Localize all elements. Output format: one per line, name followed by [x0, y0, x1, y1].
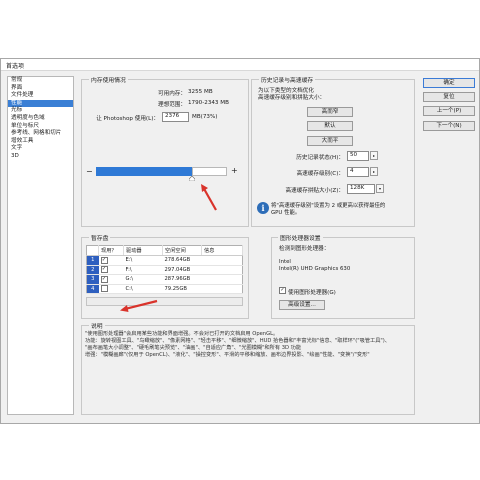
gpu-vendor: Intel: [279, 259, 291, 265]
table-row[interactable]: 3 ✓ G:\ 287.96GB: [86, 274, 243, 285]
cache-levels-stepper[interactable]: ▸: [370, 167, 378, 176]
tile-size-label: 高速缓存拼贴大小(Z)：: [285, 188, 344, 194]
row-active-cell[interactable]: ✓: [98, 265, 124, 275]
use-gpu-checkbox[interactable]: ✓: [279, 287, 286, 294]
table-header-index: [86, 245, 99, 256]
row-index: 2: [86, 265, 99, 275]
row-drive: G:\: [123, 274, 163, 285]
memory-use-unit: MB(73%): [192, 114, 218, 120]
gpu-model: Intel(R) UHD Graphics 630: [279, 266, 351, 272]
memory-slider-empty: [192, 167, 227, 176]
active-checkbox[interactable]: [100, 285, 108, 293]
row-active-cell[interactable]: [98, 284, 124, 294]
row-free-space: 278.64GB: [162, 255, 202, 266]
memory-slider[interactable]: [96, 167, 227, 182]
optimize-hint-line2: 高速缓存级别和拼贴大小：: [258, 95, 326, 101]
red-arrow-icon: [120, 299, 158, 312]
table-row[interactable]: 1 ✓ E:\ 278.64GB: [86, 255, 243, 266]
default-button[interactable]: 默认: [307, 121, 353, 131]
sidebar-item-guides[interactable]: 参考线、网格和切片: [8, 130, 73, 138]
slider-minus: −: [86, 167, 93, 176]
info-icon: i: [257, 202, 269, 214]
description-title: 说明: [89, 321, 105, 330]
scratch-disks-table[interactable]: 现用？ 驱动器 空闲空间 信息 1 ✓ E:\ 278.64GB 2 ✓ F:\…: [86, 245, 243, 294]
description-line: "画布画笔大小调整"、"硬毛刷笔尖预览"、"油画"、"自适应广角"、"光圈模糊"…: [85, 345, 302, 351]
sidebar-item-3d[interactable]: 3D: [8, 153, 73, 161]
sidebar-item-type[interactable]: 文字: [8, 145, 73, 153]
description-line: 增强："模糊画廊"(仅用于 OpenCL)、"液化"、"操控变形"、平滑的平移和…: [85, 352, 370, 358]
table-header-free-space: 空闲空间: [162, 245, 202, 256]
table-header-drive: 驱动器: [123, 245, 163, 256]
row-free-space: 287.96GB: [162, 274, 202, 285]
sidebar-item-file-handling[interactable]: 文件处理: [8, 92, 73, 100]
history-states-label: 历史记录状态(H)：: [296, 155, 344, 161]
row-index: 3: [86, 274, 99, 285]
row-info: [201, 284, 243, 294]
ok-button[interactable]: 确定: [423, 78, 475, 88]
row-active-cell[interactable]: ✓: [98, 255, 124, 266]
memory-use-input[interactable]: 2376: [162, 112, 189, 122]
available-memory-value: 3255 MB: [188, 89, 213, 95]
tall-thin-button[interactable]: 高而窄: [307, 107, 353, 117]
table-header-row: 现用？ 驱动器 空闲空间 信息: [86, 245, 243, 256]
scratch-disks-title: 暂存盘: [89, 233, 111, 242]
memory-slider-fill: [96, 167, 192, 176]
sidebar-item-general[interactable]: 常规: [8, 77, 73, 85]
row-free-space: 79.25GB: [162, 284, 202, 294]
red-arrow-icon: [201, 184, 217, 211]
active-checkbox[interactable]: ✓: [100, 256, 108, 264]
ideal-range-label: 理想范围：: [158, 102, 186, 108]
row-index: 4: [86, 284, 99, 294]
advanced-settings-button[interactable]: 高级设置...: [279, 300, 325, 310]
memory-usage-title: 内存使用情况: [89, 75, 128, 84]
table-header-active: 现用？: [98, 245, 124, 256]
table-row[interactable]: 4 C:\ 79.25GB: [86, 284, 243, 294]
row-drive: C:\: [123, 284, 163, 294]
row-drive: E:\: [123, 255, 163, 266]
row-info: [201, 274, 243, 285]
active-checkbox[interactable]: ✓: [100, 266, 108, 274]
category-list[interactable]: 常规 界面 文件处理 性能 光标 透明度与色域 单位与标尺 参考线、网格和切片 …: [7, 76, 74, 415]
row-drive: F:\: [123, 265, 163, 275]
available-memory-label: 可用内存：: [158, 91, 186, 97]
previous-button[interactable]: 上一个(P): [423, 106, 475, 116]
next-button[interactable]: 下一个(N): [423, 121, 475, 131]
preferences-window: 首选项 常规 界面 文件处理 性能 光标 透明度与色域 单位与标尺 参考线、网格…: [0, 58, 480, 424]
table-row[interactable]: 2 ✓ F:\ 297.04GB: [86, 265, 243, 275]
chevron-down-icon[interactable]: ▾: [376, 184, 384, 193]
description-line: 功能：旋转视图工具、"鸟瞰缩放"、"像素网格"、"轻击平移"、"细微缩放"、HU…: [85, 338, 390, 344]
description-line: "使用图形处理器"会启用某些功能和界面增强。不会对已打开的文档启用 OpenGL…: [85, 331, 279, 337]
history-states-stepper[interactable]: ▸: [370, 151, 378, 160]
use-gpu-label: 使用图形处理器(G): [288, 290, 336, 296]
history-cache-title: 历史记录与高速缓存: [259, 75, 316, 84]
row-free-space: 297.04GB: [162, 265, 202, 275]
tile-size-select[interactable]: 128K: [347, 184, 375, 194]
ideal-range-value: 1790-2343 MB: [188, 100, 229, 106]
sidebar-item-transparency[interactable]: 透明度与色域: [8, 115, 73, 123]
cache-levels-input[interactable]: 4: [347, 167, 369, 177]
gpu-settings-title: 图形处理器设置: [278, 233, 323, 242]
memory-slider-thumb[interactable]: [188, 175, 196, 182]
photoshop-use-label: 让 Photoshop 使用(L)：: [96, 116, 159, 122]
slider-plus: +: [231, 166, 238, 175]
gpu-detected-label: 检测到图形处理器：: [279, 246, 330, 252]
table-horizontal-scrollbar[interactable]: [86, 297, 243, 306]
row-info: [201, 255, 243, 266]
big-flat-button[interactable]: 大而平: [307, 136, 353, 146]
window-title: 首选项: [6, 63, 25, 70]
active-checkbox[interactable]: ✓: [100, 275, 108, 283]
row-active-cell[interactable]: ✓: [98, 274, 124, 285]
history-states-input[interactable]: 50: [347, 151, 369, 161]
cache-levels-label: 高速缓存级别(C)：: [296, 171, 344, 177]
reset-button[interactable]: 复位: [423, 92, 475, 102]
row-index: 1: [86, 255, 99, 266]
sidebar-item-cursors[interactable]: 光标: [8, 107, 73, 115]
table-header-info: 信息: [201, 245, 243, 256]
row-info: [201, 265, 243, 275]
title-bar: 首选项: [1, 59, 479, 71]
cache-info-line2: GPU 性能。: [271, 210, 301, 216]
